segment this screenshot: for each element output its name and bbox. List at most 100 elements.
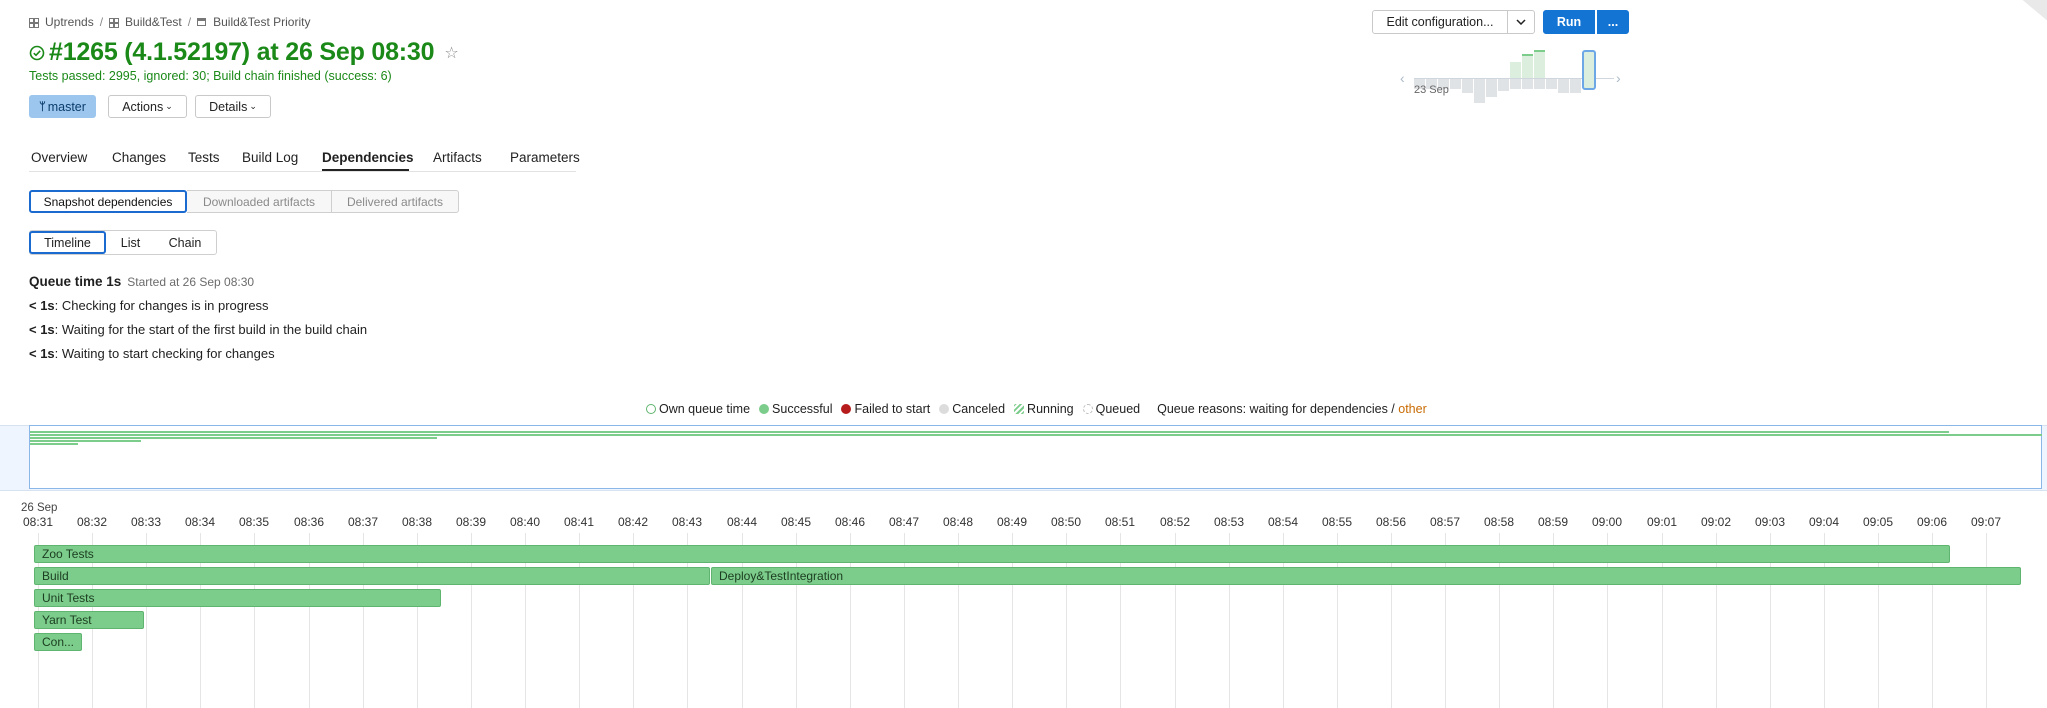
tab-bar: Overview Changes Tests Build Log Depende… — [31, 150, 591, 170]
history-bar[interactable] — [1570, 79, 1581, 93]
details-label: Details — [209, 99, 248, 114]
chevron-down-icon: ⌄ — [165, 101, 173, 111]
queue-reason-text: : Waiting for the start of the first bui… — [54, 322, 368, 337]
timeline-build-bar[interactable]: Deploy&TestIntegration — [711, 567, 2021, 585]
legend-canceled-label: Canceled — [952, 402, 1006, 416]
timeline-tick-label: 09:06 — [1916, 515, 1948, 529]
overview-bar — [30, 434, 2042, 436]
timeline-overview-window[interactable] — [29, 425, 2042, 489]
delivered-artifacts-button[interactable]: Delivered artifacts — [332, 190, 459, 213]
history-bar[interactable] — [1486, 79, 1497, 97]
timeline-tick-label: 09:02 — [1700, 515, 1732, 529]
timeline-tick-label: 08:42 — [617, 515, 649, 529]
active-tab-indicator — [322, 169, 409, 171]
timeline-view-button[interactable]: Timeline — [29, 231, 106, 254]
history-bar[interactable] — [1498, 79, 1509, 91]
breadcrumb: Uptrends / Build&Test / Build&Test Prior… — [29, 15, 310, 29]
queue-time-label: Queue time 1s — [29, 274, 122, 289]
build-timeline: 08:31 08:32 08:33 08:34 08:35 08:36 08:37 08:38… — [0, 515, 2047, 708]
build-history-chart[interactable]: ‹ 23 Sep › — [1400, 46, 1625, 114]
breadcrumb-item-build-test[interactable]: Build&Test — [125, 15, 182, 29]
history-bar[interactable] — [1474, 79, 1485, 103]
breadcrumb-separator: / — [187, 15, 192, 29]
timeline-tick-label: 08:53 — [1213, 515, 1245, 529]
timeline-tick-label: 09:05 — [1862, 515, 1894, 529]
history-bar[interactable] — [1510, 79, 1521, 89]
overview-bar — [30, 437, 437, 439]
timeline-tick-label: 08:43 — [671, 515, 703, 529]
run-button[interactable]: Run — [1543, 10, 1595, 34]
history-bar[interactable] — [1510, 62, 1521, 78]
edit-configuration-button[interactable]: Edit configuration... — [1372, 10, 1508, 34]
legend-successful-label: Successful — [772, 402, 833, 416]
history-next-icon[interactable]: › — [1616, 70, 1621, 86]
history-bar[interactable] — [1462, 79, 1473, 93]
queue-reasons-label: Queue reasons: waiting for dependencies … — [1157, 402, 1395, 416]
timeline-tick-label: 08:59 — [1537, 515, 1569, 529]
timeline-build-bar[interactable]: Zoo Tests — [34, 545, 1950, 563]
snapshot-dependencies-button[interactable]: Snapshot dependencies — [29, 190, 187, 213]
tab-parameters[interactable]: Parameters — [510, 150, 580, 165]
timeline-tick-label: 08:33 — [130, 515, 162, 529]
run-options-button[interactable]: ... — [1597, 10, 1629, 34]
page-title: #1265 (4.1.52197) at 26 Sep 08:30 — [49, 38, 435, 66]
project-icon — [29, 17, 39, 28]
timeline-date: 26 Sep — [21, 502, 58, 514]
history-bar[interactable] — [1522, 54, 1533, 78]
legend-failed: Failed to start — [841, 402, 930, 416]
legend-successful: Successful — [759, 402, 832, 416]
overview-bar — [30, 431, 1949, 433]
queue-duration: < 1s — [29, 346, 55, 361]
actions-button[interactable]: Actions ⌄ — [108, 95, 187, 118]
queue-reasons-other-link[interactable]: other — [1398, 402, 1427, 416]
breadcrumb-item-uptrends[interactable]: Uptrends — [45, 15, 94, 29]
chain-view-button[interactable]: Chain — [155, 231, 215, 254]
queue-started-text: Started at 26 Sep 08:30 — [127, 275, 255, 289]
tab-artifacts[interactable]: Artifacts — [433, 150, 482, 165]
history-bar[interactable] — [1558, 79, 1569, 93]
history-bar[interactable] — [1450, 79, 1461, 89]
timeline-tick-label: 08:35 — [238, 515, 270, 529]
timeline-tick-label: 08:50 — [1050, 515, 1082, 529]
tab-overview[interactable]: Overview — [31, 150, 87, 165]
details-button[interactable]: Details ⌄ — [195, 95, 271, 118]
edit-configuration-dropdown[interactable] — [1507, 10, 1535, 34]
timeline-build-bar[interactable]: Unit Tests — [34, 589, 441, 607]
list-view-button[interactable]: List — [108, 231, 153, 254]
build-status-text[interactable]: Tests passed: 2995, ignored: 30; Build c… — [29, 69, 392, 83]
breadcrumb-item-build-test-priority[interactable]: Build&Test Priority — [213, 15, 310, 29]
tab-build-log[interactable]: Build Log — [242, 150, 298, 165]
downloaded-artifacts-button[interactable]: Downloaded artifacts — [187, 190, 332, 213]
timeline-tick-label: 08:45 — [780, 515, 812, 529]
timeline-build-bar[interactable]: Build — [34, 567, 710, 585]
tab-dependencies[interactable]: Dependencies — [322, 150, 414, 165]
timeline-tick-label: 08:56 — [1375, 515, 1407, 529]
tab-divider — [29, 171, 576, 172]
tab-changes[interactable]: Changes — [112, 150, 166, 165]
tab-tests[interactable]: Tests — [188, 150, 220, 165]
overview-bar — [30, 440, 141, 442]
branch-button[interactable]: ᛘ master — [29, 95, 96, 118]
branch-icon: ᛘ — [39, 100, 46, 113]
history-bar[interactable] — [1534, 50, 1545, 78]
timeline-build-bar[interactable]: Con... — [34, 633, 82, 651]
timeline-tick-label: 08:54 — [1267, 515, 1299, 529]
star-icon[interactable]: ☆ — [444, 43, 458, 63]
timeline-tick-label: 09:07 — [1970, 515, 2002, 529]
history-prev-icon[interactable]: ‹ — [1400, 70, 1405, 86]
timeline-tick-label: 08:38 — [401, 515, 433, 529]
legend-queue-reasons: Queue reasons: waiting for dependencies … — [1157, 402, 1427, 416]
timeline-tick-label: 09:00 — [1591, 515, 1623, 529]
legend-running-label: Running — [1027, 402, 1074, 416]
timeline-tick-label: 08:34 — [184, 515, 216, 529]
history-bar[interactable] — [1534, 79, 1545, 89]
legend-own-queue: Own queue time — [646, 402, 750, 416]
queue-duration: < 1s — [29, 298, 55, 313]
corner-ribbon[interactable] — [2007, 0, 2047, 26]
failed-swatch-icon — [841, 404, 852, 414]
history-bar-selected[interactable] — [1582, 50, 1596, 90]
history-bar[interactable] — [1522, 79, 1533, 89]
history-date-label: 23 Sep — [1414, 84, 1449, 96]
timeline-build-bar[interactable]: Yarn Test — [34, 611, 144, 629]
history-bar[interactable] — [1546, 79, 1557, 89]
